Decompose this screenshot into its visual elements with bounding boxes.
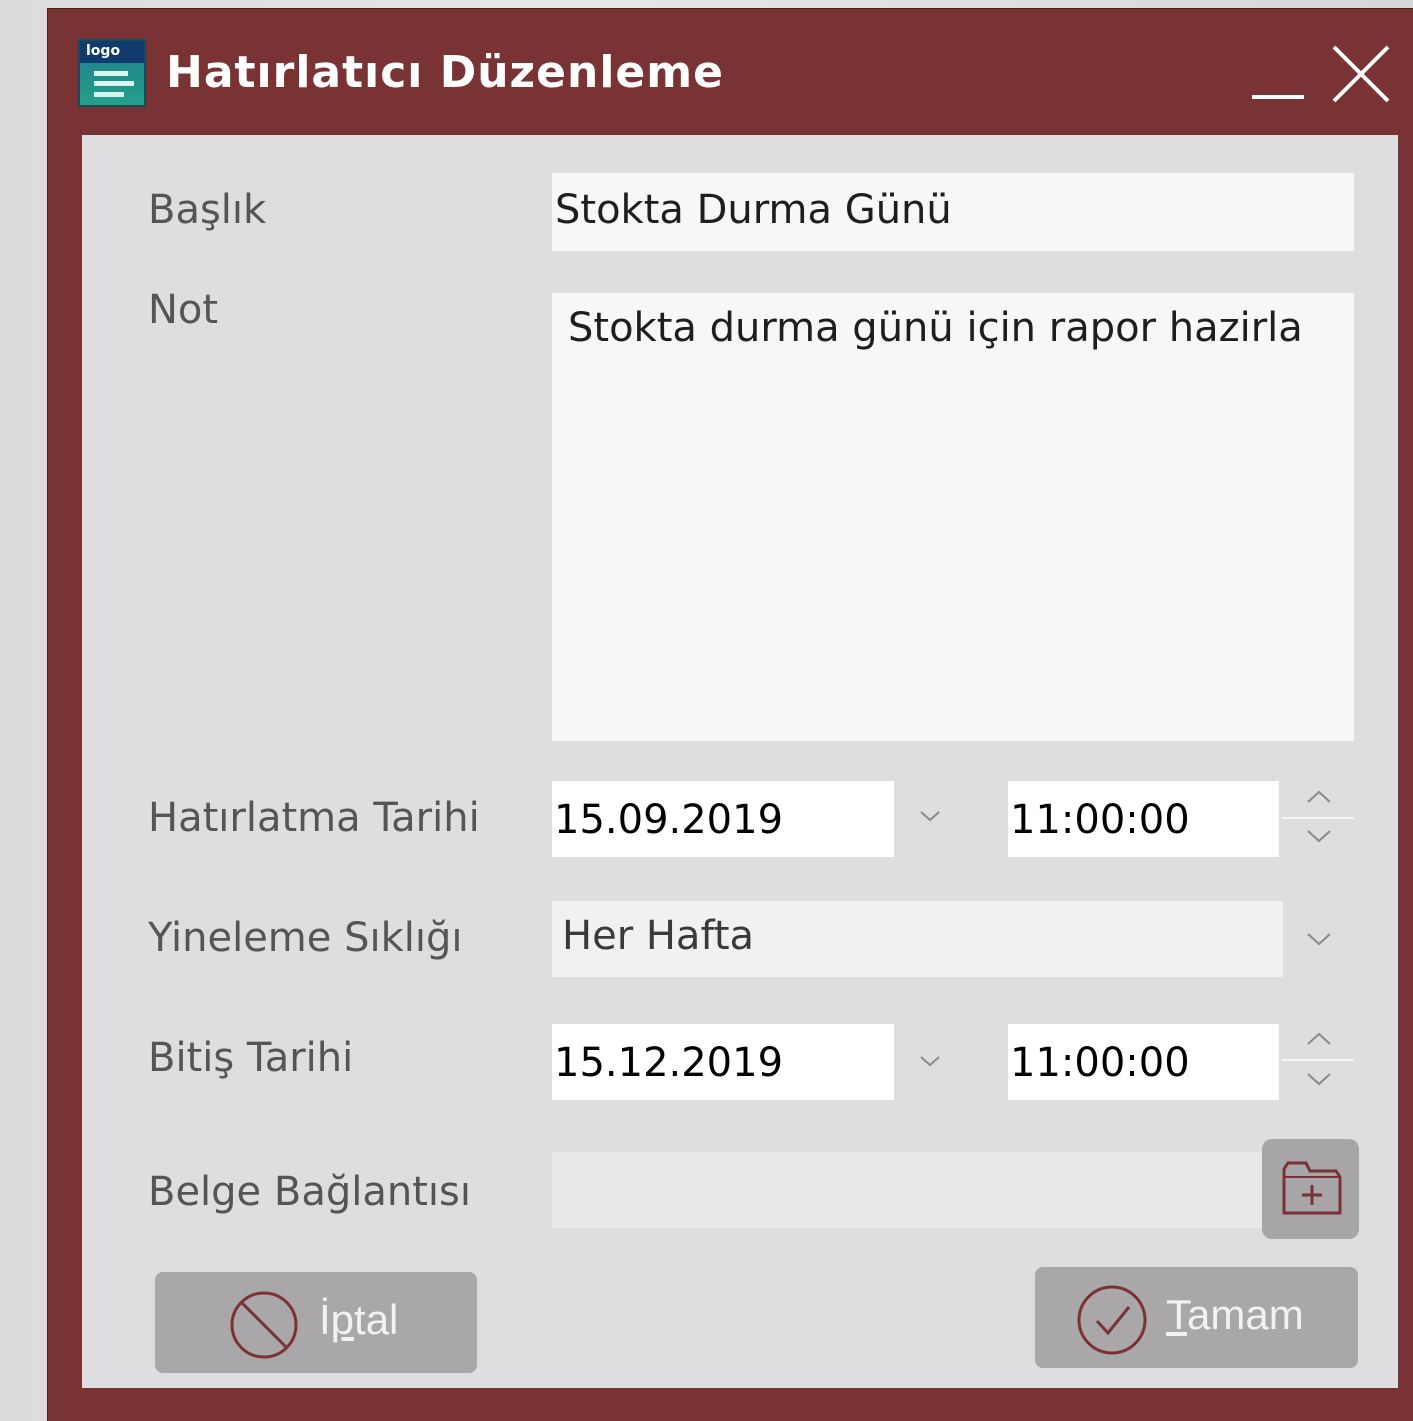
end-date-label: Bitiş Tarihi [148,1035,354,1081]
chevron-down-icon[interactable] [1304,930,1334,948]
cancel-label-part: İ [319,1296,331,1343]
prohibited-icon [230,1291,298,1359]
doc-link-label: Belge Bağlantısı [148,1169,471,1215]
close-icon[interactable] [1330,43,1392,105]
folder-add-icon [1282,1161,1342,1215]
minimize-icon[interactable] [1252,95,1304,99]
chevron-up-icon[interactable] [1304,787,1334,805]
ok-button-label: Tamam [1166,1291,1304,1339]
title-label: Başlık [148,187,267,233]
cancel-button[interactable]: İptal [155,1272,477,1373]
chevron-up-icon[interactable] [1304,1029,1334,1047]
cancel-button-label: İptal [319,1296,398,1344]
minimize-button[interactable] [1244,49,1312,109]
note-label: Not [148,287,219,333]
ok-label-part: amam [1187,1291,1304,1338]
chevron-down-icon[interactable] [918,1053,942,1069]
cancel-label-part: tal [354,1296,399,1343]
title-input[interactable]: Stokta Durma Günü [552,173,1354,251]
spinner-divider [1282,817,1354,819]
check-circle-icon [1077,1285,1147,1355]
app-logo-text: logo [86,43,121,59]
end-date-input[interactable]: 15.12.2019 [552,1024,894,1100]
chevron-down-icon[interactable] [1304,1070,1334,1088]
reminder-date-input[interactable]: 15.09.2019 [552,781,894,857]
window-title: Hatırlatıcı Düzenleme [166,47,724,98]
frequency-select[interactable]: Her Hafta [552,901,1283,977]
end-time-input[interactable]: 11:00:00 [1008,1024,1279,1100]
reminder-time-input[interactable]: 11:00:00 [1008,781,1279,857]
app-logo-icon: logo [78,39,146,107]
reminder-date-label: Hatırlatma Tarihi [148,795,480,841]
note-textarea[interactable]: Stokta durma günü için rapor hazirla [552,293,1354,741]
ok-button[interactable]: Tamam [1035,1267,1358,1368]
doc-link-input[interactable] [552,1152,1264,1228]
ok-label-mnemonic: T [1166,1291,1187,1338]
chevron-down-icon[interactable] [1304,827,1334,845]
add-document-button[interactable] [1262,1139,1359,1239]
dialog-window: logo Hatırlatıcı Düzenleme Başlık Stokta… [47,8,1413,1421]
frequency-label: Yineleme Sıklığı [148,915,463,961]
form-panel: Başlık Stokta Durma Günü Not Stokta durm… [82,135,1398,1388]
chevron-down-icon[interactable] [918,808,942,824]
cancel-label-mnemonic: p [330,1296,355,1343]
spinner-divider [1282,1059,1354,1061]
